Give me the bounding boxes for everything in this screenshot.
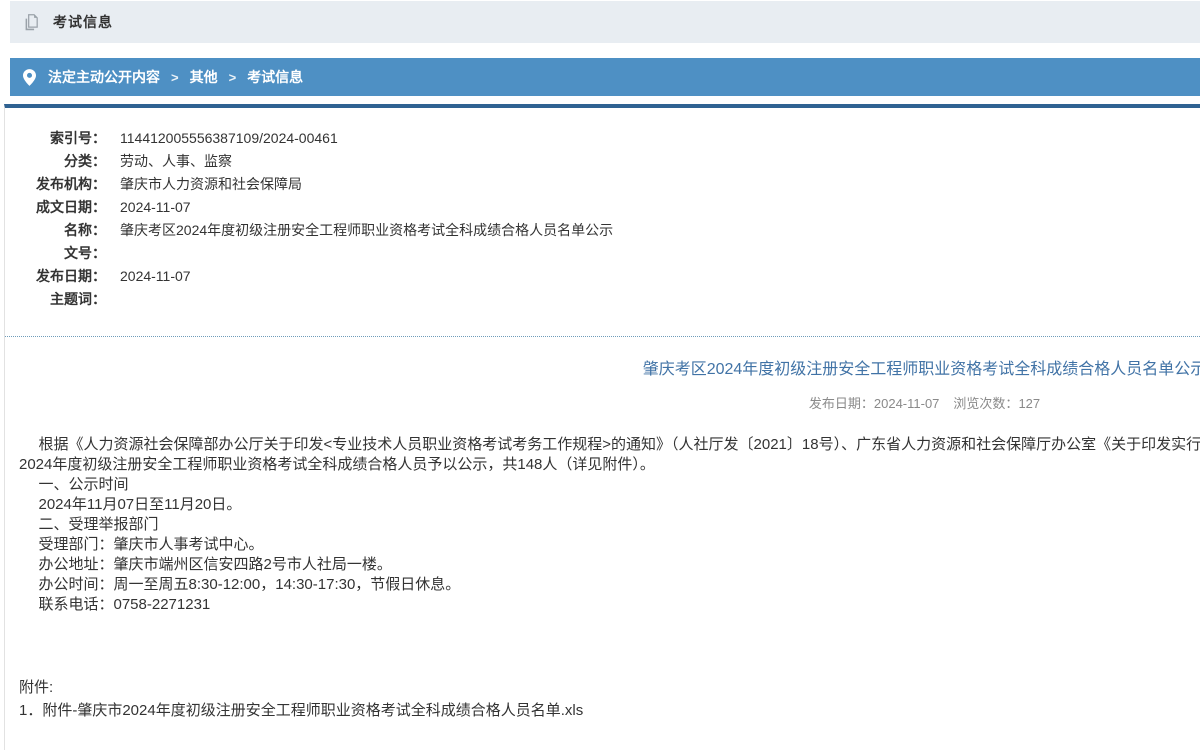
attachments-heading: 附件: [19,678,1200,698]
paragraph: 联系电话：0758-2271231 [19,595,1200,615]
meta-row-keywords: 主题词： [5,288,1200,311]
page-header: 考试信息 [10,1,1200,43]
views-count: 127 [1018,396,1040,411]
meta-row-doc-number: 文号： [5,242,1200,265]
attachments: 附件: 1．附件-肇庆市2024年度初级注册安全工程师职业资格考试全科成绩合格人… [19,678,1200,724]
meta-value [106,242,120,265]
meta-row-index-number: 索引号： 114412005556387109/2024-00461 [5,127,1200,150]
meta-row-publish-date: 发布日期： 2024-11-07 [5,265,1200,288]
paragraph: 二、受理举报部门 [19,515,1200,535]
meta-value: 114412005556387109/2024-00461 [106,127,338,150]
meta-label: 主题词： [5,288,106,311]
meta-label: 索引号： [5,127,106,150]
article-title: 肇庆考区2024年度初级注册安全工程师职业资格考试全科成绩合格人员名单公示 [19,360,1200,380]
article-dateline: 发布日期：2024-11-07 浏览次数：127 [19,393,1200,412]
breadcrumb-item-legal-disclosure[interactable]: 法定主动公开内容 [48,67,160,87]
breadcrumb: 法定主动公开内容 > 其他 > 考试信息 [10,58,1200,96]
breadcrumb-item-other[interactable]: 其他 [190,67,218,87]
paragraph: 一、公示时间 [19,475,1200,495]
breadcrumb-item-exam-info[interactable]: 考试信息 [247,67,303,87]
page-title: 考试信息 [53,12,113,32]
paragraph: 办公时间：周一至周五8:30-12:00，14:30-17:30，节假日休息。 [19,575,1200,595]
meta-row-written-date: 成文日期： 2024-11-07 [5,196,1200,219]
paragraph: 2024年11月07日至11月20日。 [19,495,1200,515]
meta-value: 劳动、人事、监察 [106,150,232,173]
paragraph: 办公地址：肇庆市端州区信安四路2号市人社局一楼。 [19,555,1200,575]
meta-label: 成文日期： [5,196,106,219]
meta-row-category: 分类： 劳动、人事、监察 [5,150,1200,173]
meta-value: 肇庆市人力资源和社会保障局 [106,173,302,196]
location-pin-icon [23,69,36,86]
article: 肇庆考区2024年度初级注册安全工程师职业资格考试全科成绩合格人员名单公示 发布… [5,360,1200,744]
document-copy-icon [23,14,39,31]
paragraph: 2024年度初级注册安全工程师职业资格考试全科成绩合格人员予以公示，共148人（… [19,455,1200,475]
meta-label: 发布日期： [5,265,106,288]
meta-row-name: 名称： 肇庆考区2024年度初级注册安全工程师职业资格考试全科成绩合格人员名单公… [5,219,1200,242]
meta-label: 文号： [5,242,106,265]
chevron-right-icon: > [171,70,179,85]
content-box: 索引号： 114412005556387109/2024-00461 分类： 劳… [4,104,1200,750]
publish-date-value: 2024-11-07 [874,396,940,411]
meta-label: 名称： [5,219,106,242]
paragraph: 受理部门：肇庆市人事考试中心。 [19,535,1200,555]
meta-label: 分类： [5,150,106,173]
publish-date-label: 发布日期： [809,396,874,411]
document-metadata: 索引号： 114412005556387109/2024-00461 分类： 劳… [5,108,1200,337]
chevron-right-icon: > [229,70,237,85]
paragraph: 根据《人力资源社会保障部办公厅关于印发<专业技术人员职业资格考试考务工作规程>的… [19,435,1200,455]
meta-label: 发布机构： [5,173,106,196]
attachment-link[interactable]: 1．附件-肇庆市2024年度初级注册安全工程师职业资格考试全科成绩合格人员名单.… [19,698,1200,724]
meta-value: 2024-11-07 [106,265,191,288]
meta-value: 肇庆考区2024年度初级注册安全工程师职业资格考试全科成绩合格人员名单公示 [106,219,613,242]
meta-value: 2024-11-07 [106,196,191,219]
meta-row-issuing-agency: 发布机构： 肇庆市人力资源和社会保障局 [5,173,1200,196]
page: 考试信息 法定主动公开内容 > 其他 > 考试信息 索引号： 114412005… [0,1,1200,750]
views-label: 浏览次数： [953,396,1018,411]
article-body: 根据《人力资源社会保障部办公厅关于印发<专业技术人员职业资格考试考务工作规程>的… [19,435,1200,615]
meta-value [106,288,120,311]
